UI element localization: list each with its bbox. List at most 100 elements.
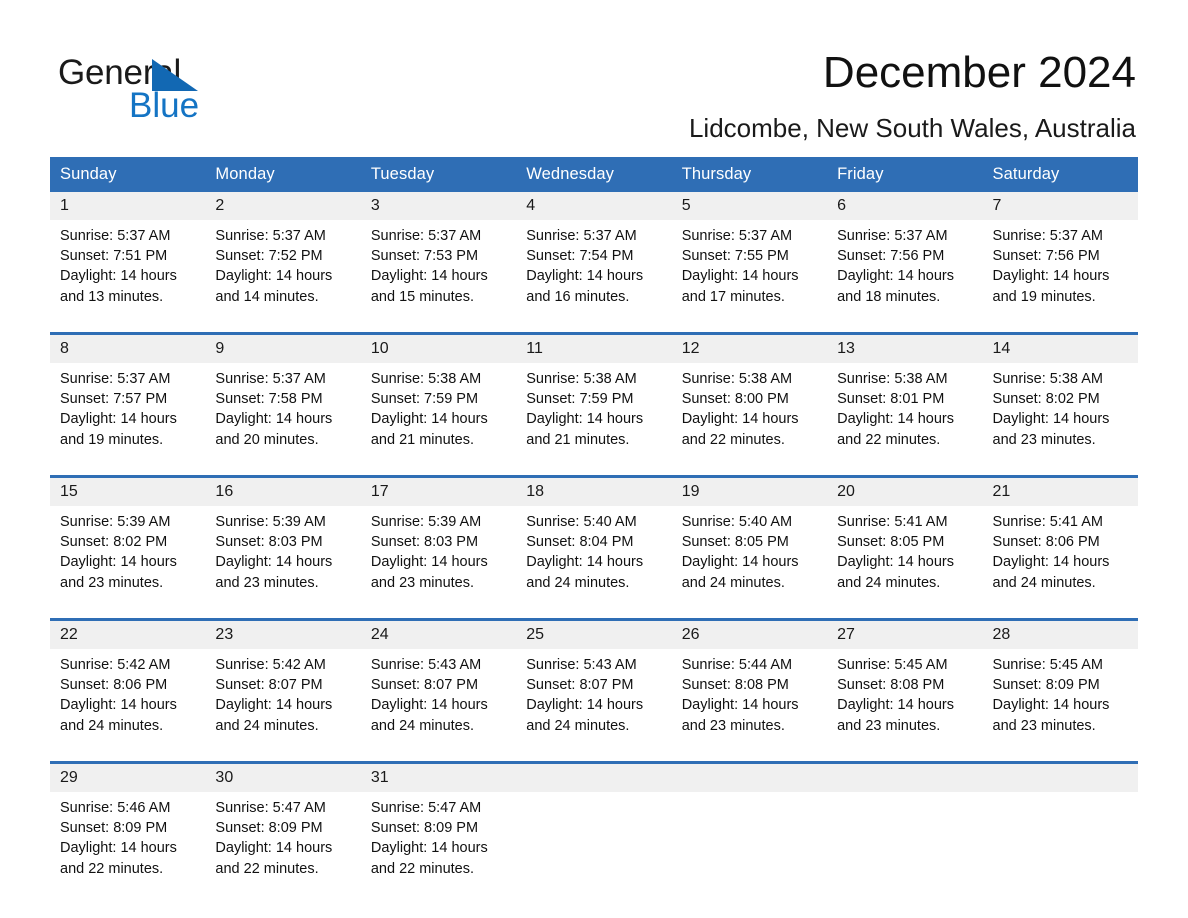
day-cell[interactable]: Sunrise: 5:38 AM Sunset: 7:59 PM Dayligh… (516, 363, 672, 477)
day-cell[interactable]: Sunrise: 5:37 AM Sunset: 7:54 PM Dayligh… (516, 220, 672, 334)
week-row-details: Sunrise: 5:37 AM Sunset: 7:57 PM Dayligh… (50, 363, 1138, 477)
day-number[interactable]: 19 (671, 475, 828, 506)
daylight-text-line2: and 21 minutes. (370, 431, 475, 448)
day-number[interactable]: 8 (50, 332, 206, 363)
day-cell[interactable]: Sunrise: 5:40 AM Sunset: 8:05 PM Dayligh… (671, 506, 828, 620)
sunrise-text: Sunrise: 5:47 AM (370, 800, 482, 816)
day-number[interactable]: 11 (516, 332, 672, 363)
day-number[interactable]: 31 (360, 761, 517, 792)
sunrise-text: Sunrise: 5:38 AM (370, 371, 482, 387)
day-cell[interactable]: Sunrise: 5:38 AM Sunset: 8:01 PM Dayligh… (827, 363, 983, 477)
day-cell[interactable]: Sunrise: 5:43 AM Sunset: 8:07 PM Dayligh… (360, 649, 517, 763)
day-cell[interactable]: Sunrise: 5:39 AM Sunset: 8:02 PM Dayligh… (50, 506, 206, 620)
sunset-text: Sunset: 8:03 PM (215, 534, 323, 551)
daylight-text-line2: and 23 minutes. (992, 431, 1096, 448)
week-row-daynumbers: 29 30 31 (50, 761, 1138, 792)
daylight-text-line1: Daylight: 14 hours (837, 268, 954, 285)
day-number[interactable]: 29 (50, 761, 206, 792)
day-cell[interactable]: Sunrise: 5:37 AM Sunset: 7:55 PM Dayligh… (671, 220, 828, 334)
day-number-empty (827, 761, 983, 792)
day-number[interactable]: 6 (827, 192, 983, 220)
day-cell[interactable]: Sunrise: 5:45 AM Sunset: 8:08 PM Dayligh… (827, 649, 983, 763)
sunrise-text: Sunrise: 5:38 AM (837, 371, 948, 387)
daylight-text-line2: and 22 minutes. (681, 431, 785, 448)
day-cell[interactable]: Sunrise: 5:37 AM Sunset: 7:57 PM Dayligh… (50, 363, 206, 477)
day-cell[interactable]: Sunrise: 5:37 AM Sunset: 7:58 PM Dayligh… (205, 363, 361, 477)
day-cell[interactable]: Sunrise: 5:38 AM Sunset: 7:59 PM Dayligh… (360, 363, 517, 477)
day-number[interactable]: 25 (516, 618, 672, 649)
day-number[interactable]: 16 (205, 475, 361, 506)
daylight-text-line2: and 24 minutes. (681, 574, 785, 591)
daylight-text-line2: and 15 minutes. (370, 288, 475, 305)
day-cell[interactable]: Sunrise: 5:41 AM Sunset: 8:06 PM Dayligh… (982, 506, 1138, 620)
sunset-text: Sunset: 8:08 PM (681, 677, 789, 694)
day-cell-empty (982, 792, 1138, 904)
day-cell[interactable]: Sunrise: 5:39 AM Sunset: 8:03 PM Dayligh… (205, 506, 361, 620)
sunrise-text: Sunrise: 5:45 AM (837, 657, 948, 673)
day-number[interactable]: 15 (50, 475, 206, 506)
day-number[interactable]: 21 (982, 475, 1138, 506)
daylight-text-line2: and 23 minutes. (60, 574, 164, 591)
day-cell[interactable]: Sunrise: 5:47 AM Sunset: 8:09 PM Dayligh… (205, 792, 361, 904)
day-number[interactable]: 10 (360, 332, 517, 363)
daylight-text-line1: Daylight: 14 hours (837, 697, 954, 714)
day-cell[interactable]: Sunrise: 5:42 AM Sunset: 8:07 PM Dayligh… (205, 649, 361, 763)
day-number[interactable]: 7 (982, 192, 1138, 220)
day-number[interactable]: 3 (360, 192, 517, 220)
daylight-text-line2: and 24 minutes. (837, 574, 941, 591)
daylight-text-line2: and 17 minutes. (681, 288, 785, 305)
day-number[interactable]: 9 (205, 332, 361, 363)
day-cell[interactable]: Sunrise: 5:41 AM Sunset: 8:05 PM Dayligh… (827, 506, 983, 620)
day-cell[interactable]: Sunrise: 5:45 AM Sunset: 8:09 PM Dayligh… (982, 649, 1138, 763)
daylight-text-line2: and 22 minutes. (215, 860, 319, 877)
day-number[interactable]: 27 (827, 618, 983, 649)
day-cell[interactable]: Sunrise: 5:47 AM Sunset: 8:09 PM Dayligh… (360, 792, 517, 904)
day-number[interactable]: 26 (671, 618, 828, 649)
day-cell[interactable]: Sunrise: 5:38 AM Sunset: 8:02 PM Dayligh… (982, 363, 1138, 477)
day-cell[interactable]: Sunrise: 5:40 AM Sunset: 8:04 PM Dayligh… (516, 506, 672, 620)
day-number[interactable]: 2 (205, 192, 361, 220)
day-cell[interactable]: Sunrise: 5:37 AM Sunset: 7:52 PM Dayligh… (205, 220, 361, 334)
day-number[interactable]: 13 (827, 332, 983, 363)
day-number[interactable]: 22 (50, 618, 206, 649)
daylight-text-line1: Daylight: 14 hours (837, 411, 954, 428)
day-number-empty (516, 761, 672, 792)
day-cell[interactable]: Sunrise: 5:37 AM Sunset: 7:56 PM Dayligh… (982, 220, 1138, 334)
day-number[interactable]: 18 (516, 475, 672, 506)
sunset-text: Sunset: 7:58 PM (215, 391, 323, 408)
daylight-text-line1: Daylight: 14 hours (60, 411, 177, 428)
weekday-header-friday: Friday (827, 157, 983, 192)
daylight-text-line2: and 24 minutes. (215, 717, 319, 734)
day-number[interactable]: 20 (827, 475, 983, 506)
sunrise-text: Sunrise: 5:41 AM (992, 514, 1103, 530)
daylight-text-line1: Daylight: 14 hours (60, 697, 177, 714)
day-number[interactable]: 12 (671, 332, 828, 363)
day-number[interactable]: 28 (982, 618, 1138, 649)
day-number[interactable]: 23 (205, 618, 361, 649)
day-cell[interactable]: Sunrise: 5:44 AM Sunset: 8:08 PM Dayligh… (671, 649, 828, 763)
day-number[interactable]: 5 (671, 192, 828, 220)
day-cell[interactable]: Sunrise: 5:37 AM Sunset: 7:56 PM Dayligh… (827, 220, 983, 334)
generalblue-logo[interactable]: General Blue (58, 53, 258, 133)
day-number[interactable]: 17 (360, 475, 517, 506)
day-cell[interactable]: Sunrise: 5:46 AM Sunset: 8:09 PM Dayligh… (50, 792, 206, 904)
day-number[interactable]: 30 (205, 761, 361, 792)
day-cell[interactable]: Sunrise: 5:39 AM Sunset: 8:03 PM Dayligh… (360, 506, 517, 620)
day-number[interactable]: 24 (360, 618, 517, 649)
daylight-text-line1: Daylight: 14 hours (215, 268, 333, 285)
day-number[interactable]: 14 (982, 332, 1138, 363)
day-cell[interactable]: Sunrise: 5:38 AM Sunset: 8:00 PM Dayligh… (671, 363, 828, 477)
sunset-text: Sunset: 7:59 PM (370, 391, 479, 408)
day-cell[interactable]: Sunrise: 5:37 AM Sunset: 7:51 PM Dayligh… (50, 220, 206, 334)
daylight-text-line1: Daylight: 14 hours (526, 554, 644, 571)
sunset-text: Sunset: 7:56 PM (992, 248, 1100, 265)
day-number[interactable]: 1 (50, 192, 206, 220)
day-cell[interactable]: Sunrise: 5:43 AM Sunset: 8:07 PM Dayligh… (516, 649, 672, 763)
sunset-text: Sunset: 7:54 PM (526, 248, 634, 265)
day-cell[interactable]: Sunrise: 5:42 AM Sunset: 8:06 PM Dayligh… (50, 649, 206, 763)
week-row-daynumbers: 1 2 3 4 5 6 7 (50, 192, 1138, 220)
day-number[interactable]: 4 (516, 192, 672, 220)
sunrise-text: Sunrise: 5:43 AM (370, 657, 482, 673)
daylight-text-line1: Daylight: 14 hours (526, 411, 644, 428)
day-cell[interactable]: Sunrise: 5:37 AM Sunset: 7:53 PM Dayligh… (360, 220, 517, 334)
